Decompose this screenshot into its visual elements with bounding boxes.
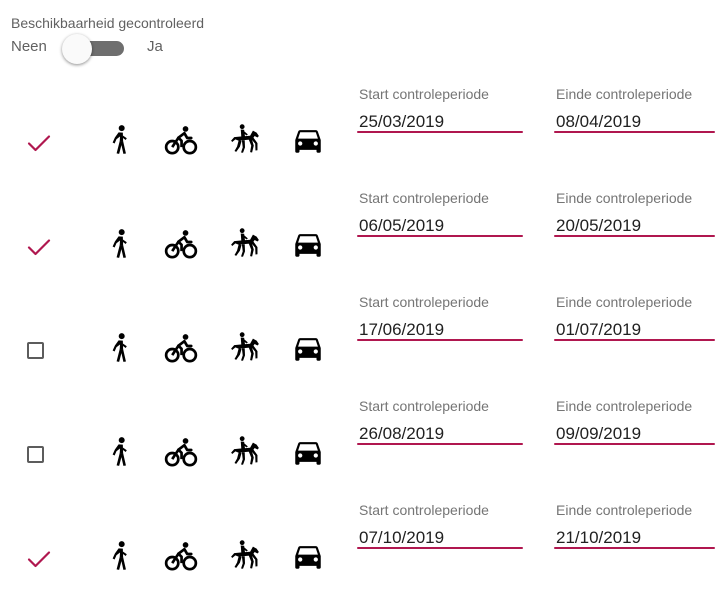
end-date-underline <box>554 131 715 133</box>
checkmark-icon[interactable] <box>27 235 51 259</box>
car-icon[interactable] <box>291 539 325 573</box>
horse-rider-icon[interactable] <box>228 227 262 261</box>
end-date-label: Einde controleperiode <box>556 502 693 518</box>
pedestrian-icon[interactable] <box>103 539 137 573</box>
car-icon[interactable] <box>291 331 325 365</box>
availability-title: Beschikbaarheid gecontroleerd <box>11 15 205 31</box>
start-date-label: Start controleperiode <box>359 294 489 310</box>
pedestrian-icon[interactable] <box>103 435 137 469</box>
bicycle-icon[interactable] <box>164 331 198 365</box>
end-date-input[interactable] <box>556 527 706 549</box>
end-date-underline <box>554 547 715 549</box>
start-date-label: Start controleperiode <box>359 190 489 206</box>
period-row: Start controleperiode Einde controleperi… <box>0 499 715 599</box>
end-date-field: Einde controleperiode <box>554 83 715 133</box>
start-date-field: Start controleperiode <box>357 291 523 341</box>
start-date-underline <box>357 339 523 341</box>
availability-section: Beschikbaarheid gecontroleerd Neen Ja <box>11 14 204 64</box>
start-date-field: Start controleperiode <box>357 499 523 549</box>
start-date-input[interactable] <box>359 319 509 341</box>
bicycle-icon[interactable] <box>164 123 198 157</box>
pedestrian-icon[interactable] <box>103 123 137 157</box>
start-date-input[interactable] <box>359 423 509 445</box>
end-date-underline <box>554 443 715 445</box>
end-date-underline <box>554 339 715 341</box>
car-icon[interactable] <box>291 123 325 157</box>
start-date-field: Start controleperiode <box>357 395 523 445</box>
end-date-field: Einde controleperiode <box>554 395 715 445</box>
end-date-field: Einde controleperiode <box>554 291 715 341</box>
horse-rider-icon[interactable] <box>228 123 262 157</box>
horse-rider-icon[interactable] <box>228 539 262 573</box>
start-date-input[interactable] <box>359 111 509 133</box>
pedestrian-icon[interactable] <box>103 227 137 261</box>
start-date-underline <box>357 235 523 237</box>
toggle-no-label: Neen <box>11 38 47 55</box>
toggle-yes-label: Ja <box>147 38 163 55</box>
end-date-label: Einde controleperiode <box>556 294 693 310</box>
period-row: Start controleperiode Einde controleperi… <box>0 83 715 183</box>
end-date-field: Einde controleperiode <box>554 187 715 237</box>
pedestrian-icon[interactable] <box>103 331 137 365</box>
car-icon[interactable] <box>291 435 325 469</box>
unchecked-checkbox[interactable] <box>27 342 44 359</box>
period-row: Start controleperiode Einde controleperi… <box>0 395 715 495</box>
end-date-label: Einde controleperiode <box>556 86 693 102</box>
start-date-label: Start controleperiode <box>359 398 489 414</box>
end-date-input[interactable] <box>556 423 706 445</box>
end-date-label: Einde controleperiode <box>556 398 693 414</box>
bicycle-icon[interactable] <box>164 539 198 573</box>
unchecked-checkbox[interactable] <box>27 446 44 463</box>
end-date-field: Einde controleperiode <box>554 499 715 549</box>
bicycle-icon[interactable] <box>164 227 198 261</box>
start-date-input[interactable] <box>359 215 509 237</box>
period-row: Start controleperiode Einde controleperi… <box>0 187 715 287</box>
start-date-label: Start controleperiode <box>359 502 489 518</box>
end-date-input[interactable] <box>556 111 706 133</box>
availability-toggle-row: Neen Ja <box>11 34 204 64</box>
car-icon[interactable] <box>291 227 325 261</box>
start-date-underline <box>357 547 523 549</box>
start-date-underline <box>357 443 523 445</box>
end-date-input[interactable] <box>556 319 706 341</box>
checkmark-icon[interactable] <box>27 547 51 571</box>
period-row: Start controleperiode Einde controleperi… <box>0 291 715 391</box>
start-date-underline <box>357 131 523 133</box>
checkmark-icon[interactable] <box>27 131 51 155</box>
start-date-input[interactable] <box>359 527 509 549</box>
availability-switch[interactable] <box>62 34 128 64</box>
start-date-field: Start controleperiode <box>357 187 523 237</box>
bicycle-icon[interactable] <box>164 435 198 469</box>
start-date-label: Start controleperiode <box>359 86 489 102</box>
end-date-underline <box>554 235 715 237</box>
end-date-label: Einde controleperiode <box>556 190 693 206</box>
horse-rider-icon[interactable] <box>228 331 262 365</box>
horse-rider-icon[interactable] <box>228 435 262 469</box>
switch-thumb <box>62 34 92 64</box>
start-date-field: Start controleperiode <box>357 83 523 133</box>
end-date-input[interactable] <box>556 215 706 237</box>
